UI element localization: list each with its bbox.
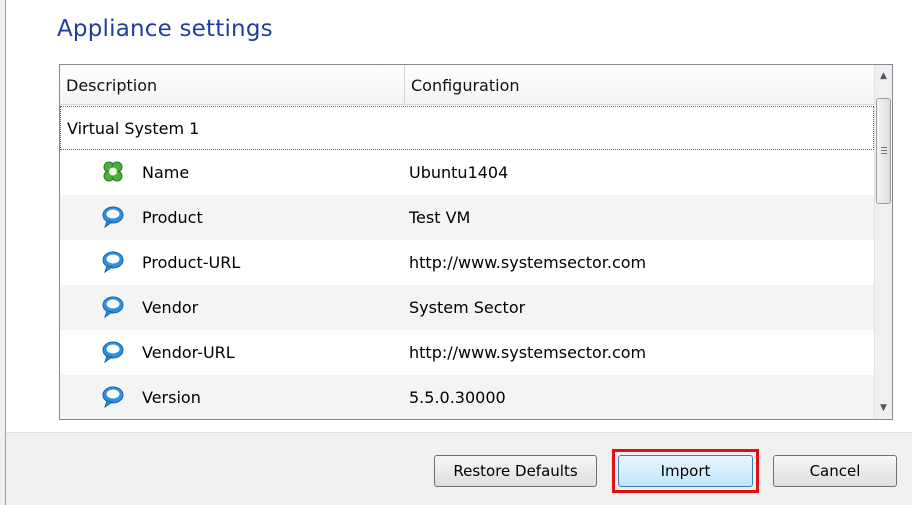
column-header-configuration[interactable]: Configuration	[405, 65, 874, 104]
row-configuration[interactable]: Ubuntu1404	[409, 163, 508, 182]
virtual-system-label: Virtual System 1	[67, 119, 200, 138]
table-row[interactable]: Product-URL http://www.systemsector.com	[60, 240, 874, 285]
table-row[interactable]: Vendor System Sector	[60, 285, 874, 330]
table-row[interactable]: Name Ubuntu1404	[60, 150, 874, 195]
speech-bubble-icon	[101, 295, 125, 319]
row-description: Name	[142, 163, 190, 182]
row-configuration[interactable]: System Sector	[409, 298, 525, 317]
row-description: Vendor	[142, 298, 199, 317]
row-configuration[interactable]: http://www.systemsector.com	[409, 343, 646, 362]
scroll-up-arrow-icon[interactable]: ▲	[875, 67, 892, 85]
table-row[interactable]: Vendor-URL http://www.systemsector.com	[60, 330, 874, 375]
row-configuration[interactable]: 5.5.0.30000	[409, 388, 506, 407]
cancel-button[interactable]: Cancel	[773, 455, 897, 487]
row-description: Version	[142, 388, 201, 407]
section-title: Appliance settings	[57, 16, 273, 42]
speech-bubble-icon	[101, 385, 125, 409]
window-left-edge	[0, 0, 6, 505]
table-header: Description Configuration	[60, 65, 874, 105]
row-configuration[interactable]: Test VM	[409, 208, 470, 227]
dialog-footer: Restore Defaults Import Cancel	[6, 432, 912, 505]
row-description: Vendor-URL	[142, 343, 235, 362]
table-row[interactable]: Version 5.5.0.30000	[60, 375, 874, 419]
scroll-thumb[interactable]	[876, 98, 891, 204]
grip-line	[881, 147, 887, 148]
grip-line	[881, 153, 887, 154]
speech-bubble-icon	[101, 250, 125, 274]
appliance-settings-table[interactable]: Description Configuration Virtual System…	[59, 64, 893, 420]
grip-line	[881, 150, 887, 151]
name-puzzle-icon	[101, 160, 125, 184]
table-row[interactable]: Product Test VM	[60, 195, 874, 240]
import-button[interactable]: Import	[618, 455, 753, 487]
speech-bubble-icon	[101, 205, 125, 229]
restore-defaults-button[interactable]: Restore Defaults	[434, 455, 597, 487]
speech-bubble-icon	[101, 340, 125, 364]
row-configuration[interactable]: http://www.systemsector.com	[409, 253, 646, 272]
column-header-description[interactable]: Description	[60, 65, 405, 104]
scroll-down-arrow-icon[interactable]: ▼	[875, 399, 892, 417]
row-description: Product-URL	[142, 253, 241, 272]
vertical-scrollbar[interactable]: ▲ ▼	[874, 65, 892, 419]
row-description: Product	[142, 208, 203, 227]
virtual-system-row[interactable]: Virtual System 1	[60, 106, 874, 150]
